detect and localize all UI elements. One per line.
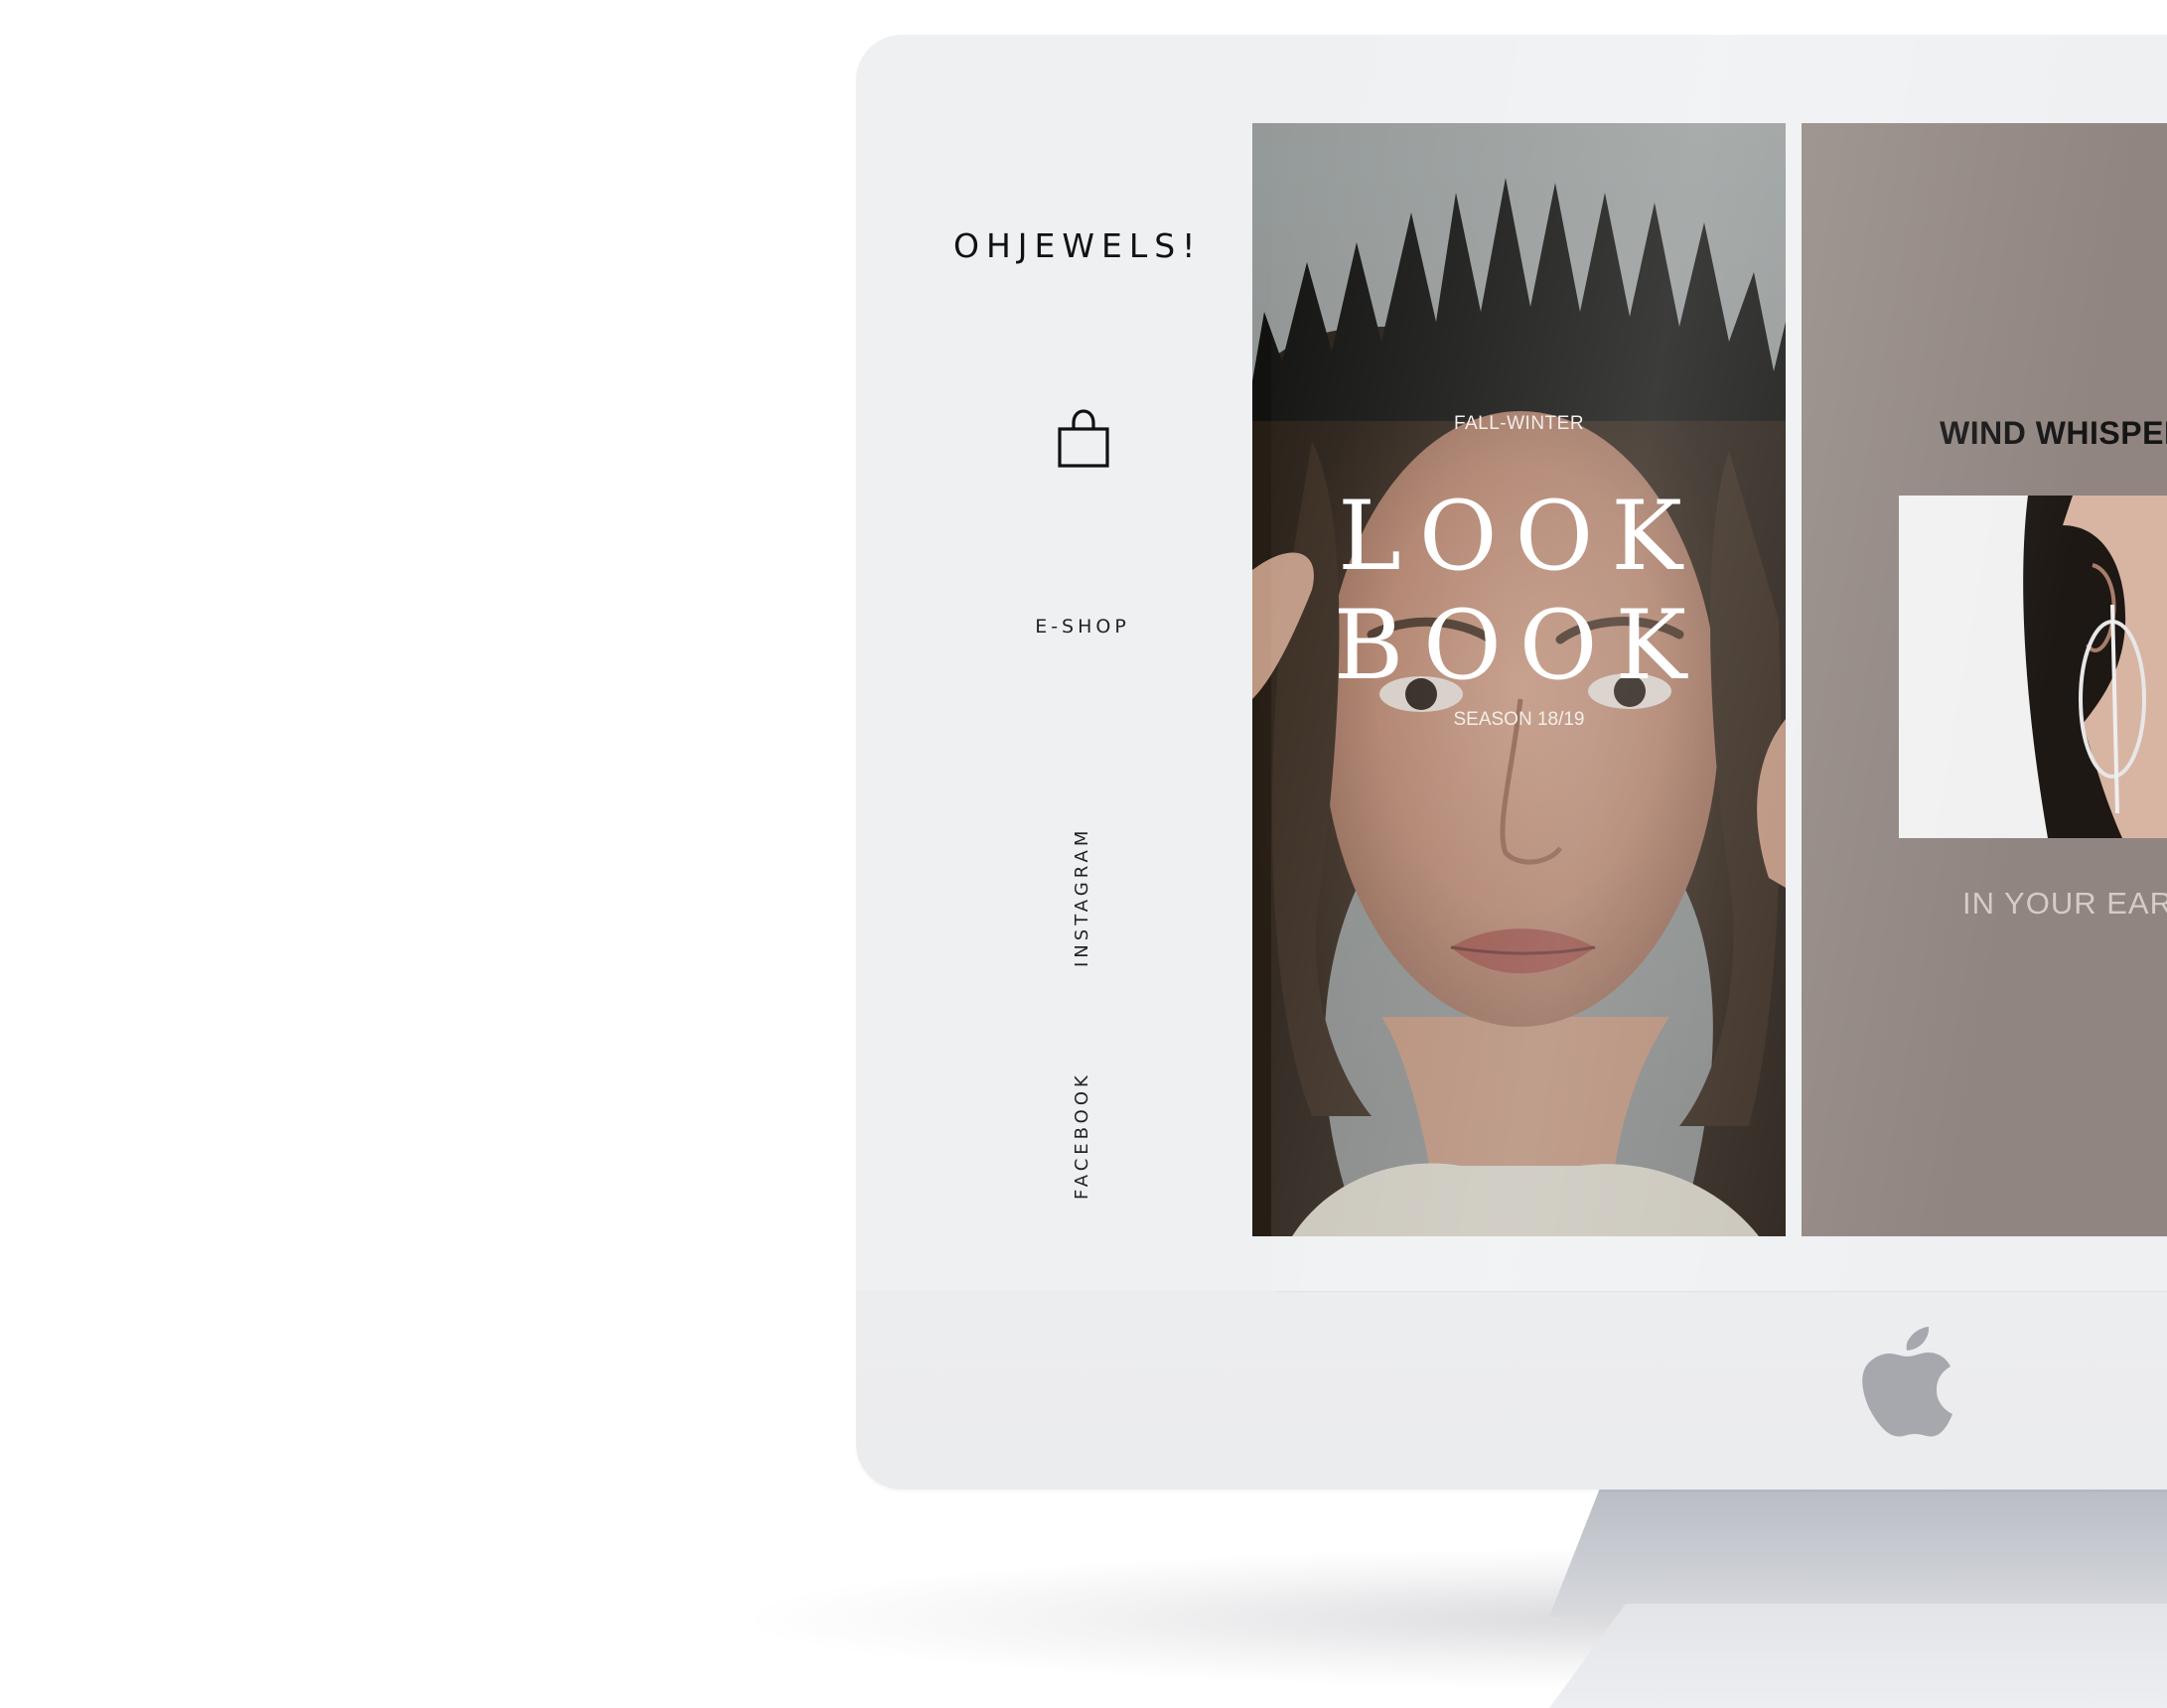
earring-image: [1899, 496, 2167, 838]
lookbook-season: SEASON 18/19: [1453, 709, 1585, 730]
feature-panel[interactable]: WIND WHISPER IN YOUR EAR: [1802, 123, 2167, 1236]
nav-facebook-link[interactable]: FACEBOOK: [1072, 1071, 1092, 1200]
feature-subtitle: IN YOUR EAR: [1962, 886, 2167, 921]
lookbook-title-line2: BOOK: [1333, 590, 1705, 701]
nav-eshop-link[interactable]: E-SHOP: [1023, 616, 1142, 638]
lookbook-panel[interactable]: FALL-WINTER LOOK BOOK SEASON 18/19: [1252, 123, 1786, 1236]
monitor-chin-divider: [1276, 1291, 2167, 1292]
feature-title: WIND WHISPER: [1940, 415, 2167, 451]
monitor-stand-neck: [1549, 1488, 2167, 1617]
nav-instagram-link[interactable]: INSTAGRAM: [1072, 827, 1092, 967]
lookbook-title-line1: LOOK: [1338, 481, 1700, 592]
monitor-stand-base: [1549, 1604, 2167, 1708]
site-logo[interactable]: OHJEWELS!: [953, 226, 1210, 265]
shopping-bag-icon[interactable]: [1056, 409, 1111, 469]
apple-logo-icon: [1859, 1327, 1954, 1438]
lookbook-kicker: FALL-WINTER: [1453, 413, 1585, 434]
mockup-stage: OHJEWELS! E-SHOP INSTAGRAM FACEBOOK FALL…: [0, 0, 2167, 1708]
